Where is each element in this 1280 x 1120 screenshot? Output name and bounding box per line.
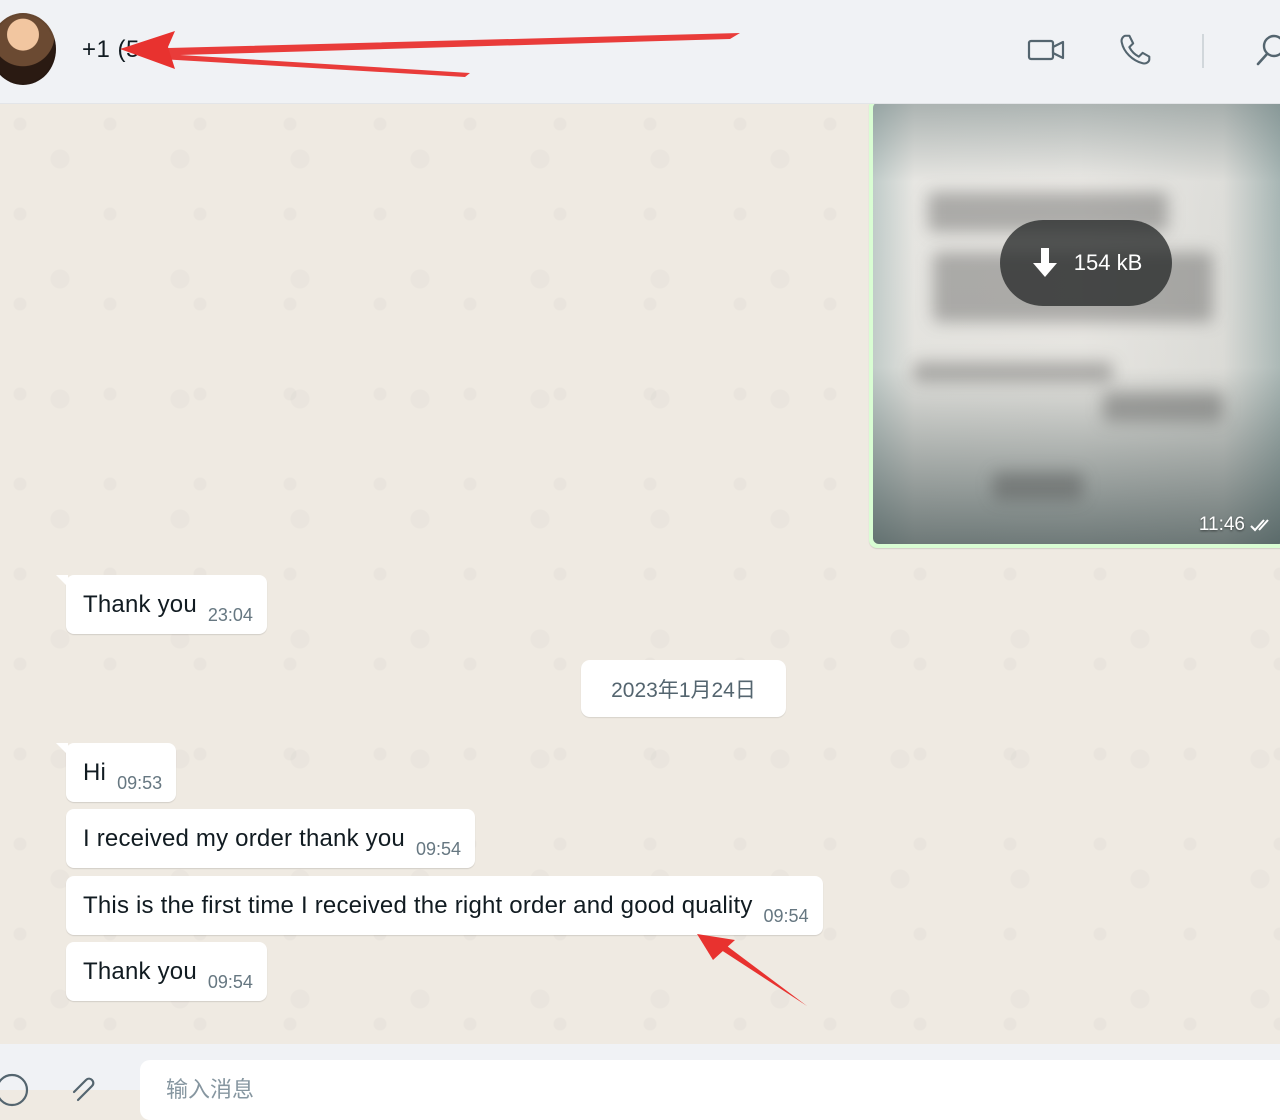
blurred-image-thumbnail[interactable]: 154 kB 11:46 xyxy=(873,104,1280,544)
file-size-label: 154 kB xyxy=(1073,250,1143,275)
download-arrow-icon xyxy=(1032,248,1057,277)
bubble-tail xyxy=(56,743,68,755)
contact-avatar[interactable] xyxy=(0,13,56,85)
annotation-arrow-icon xyxy=(697,934,807,1006)
bubble-tail xyxy=(56,575,68,587)
emoji-icon[interactable] xyxy=(0,1072,30,1108)
search-icon[interactable] xyxy=(1252,30,1280,70)
message-text: Thank you xyxy=(83,591,197,618)
message-time: 23:04 xyxy=(207,605,253,625)
message-input[interactable] xyxy=(140,1060,1280,1120)
message-text: I received my order thank you xyxy=(83,825,405,852)
incoming-message[interactable]: Thank you 09:54 xyxy=(66,942,267,1001)
message-text: Hi xyxy=(83,759,107,786)
incoming-message[interactable]: I received my order thank you 09:54 xyxy=(66,809,475,868)
chat-header: +1 (5 xyxy=(0,0,1280,104)
annotation-arrow-icon xyxy=(120,31,740,77)
incoming-message[interactable]: Thank you 23:04 xyxy=(56,575,267,634)
message-text: This is the first time I received the ri… xyxy=(83,892,753,919)
message-list[interactable]: 154 kB 11:46 Thank you 23:04 2023年1月24日 … xyxy=(0,104,1280,1044)
message-time: 09:53 xyxy=(117,773,163,793)
image-message[interactable]: 154 kB 11:46 xyxy=(869,104,1280,548)
phone-icon[interactable] xyxy=(1117,30,1155,70)
date-separator: 2023年1月24日 xyxy=(581,660,786,717)
date-label: 2023年1月24日 xyxy=(611,678,756,702)
message-time: 09:54 xyxy=(415,839,461,859)
message-time: 09:54 xyxy=(763,906,809,926)
message-time: 11:46 xyxy=(1198,514,1245,535)
incoming-message[interactable]: Hi 09:53 xyxy=(56,743,177,802)
paperclip-icon[interactable] xyxy=(64,1072,100,1108)
download-button[interactable]: 154 kB xyxy=(1000,220,1172,306)
message-composer xyxy=(0,1044,1280,1120)
video-camera-icon[interactable] xyxy=(1026,30,1066,70)
header-divider xyxy=(1202,34,1204,68)
message-time: 09:54 xyxy=(207,972,253,992)
message-text: Thank you xyxy=(83,958,197,985)
double-check-icon xyxy=(1250,519,1269,532)
image-message-meta: 11:46 xyxy=(1199,514,1275,536)
incoming-message[interactable]: This is the first time I received the ri… xyxy=(66,876,823,935)
